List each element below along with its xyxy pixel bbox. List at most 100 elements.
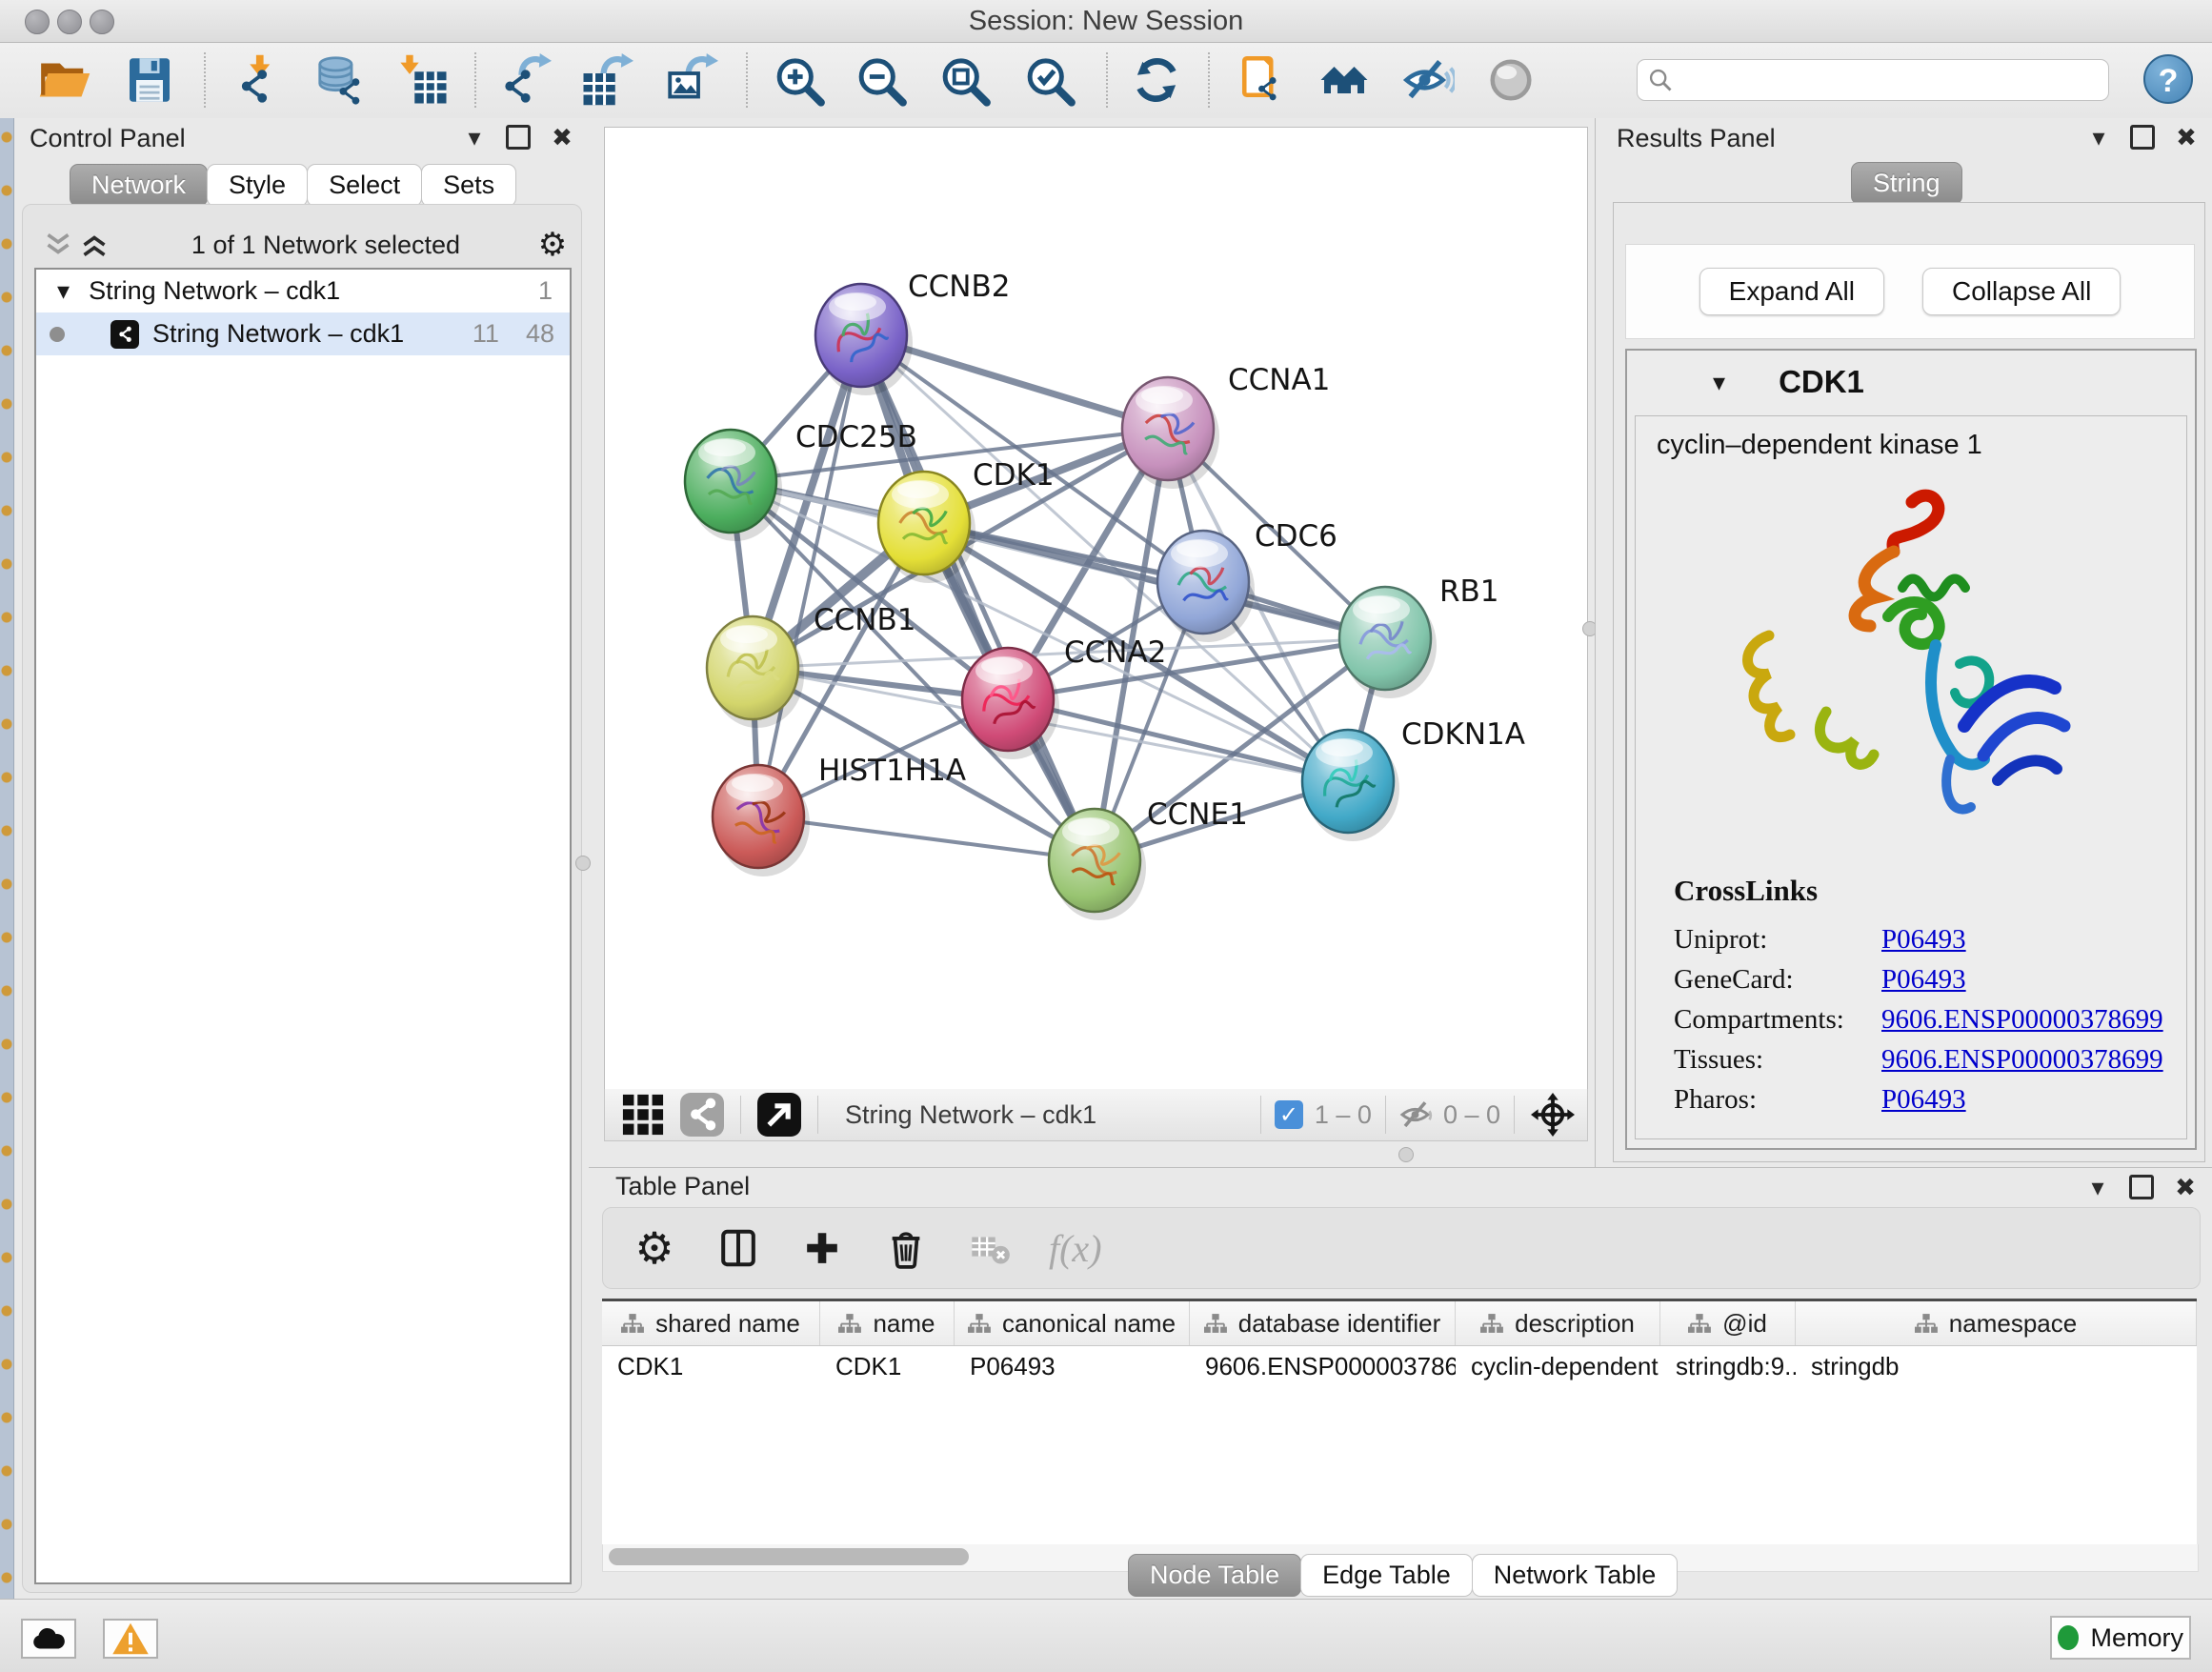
node-CCNE1[interactable]: CCNE1 [1049, 797, 1248, 920]
expand-all-button[interactable]: Expand All [1699, 268, 1884, 315]
node-label-CDK1: CDK1 [973, 458, 1055, 493]
search-input[interactable] [1674, 65, 2108, 96]
node-CCNB2[interactable]: CCNB2 [815, 270, 1010, 395]
tab-network[interactable]: Network [70, 164, 208, 207]
network-edge-count: 48 [526, 319, 554, 349]
node-RB1[interactable]: RB1 [1339, 574, 1499, 698]
crosslink-link[interactable]: P06493 [1881, 1084, 2186, 1116]
table-cell: stringdb [1796, 1346, 2197, 1386]
node-CDC6[interactable]: CDC6 [1157, 519, 1337, 642]
panel-float-icon[interactable]: ▾ [2085, 124, 2112, 151]
export-table-icon[interactable] [580, 53, 633, 107]
refresh-view-icon[interactable] [1130, 53, 1183, 107]
export-image-icon[interactable] [665, 53, 718, 107]
expand-all-networks-icon[interactable] [76, 232, 112, 258]
table-options-gear-icon[interactable]: ⚙ [630, 1223, 679, 1273]
import-table-file-icon[interactable] [396, 53, 450, 107]
column-header-namespace[interactable]: namespace [1796, 1301, 2197, 1345]
splitter-grip[interactable] [1398, 1147, 1414, 1162]
column-type-icon [1480, 1312, 1503, 1335]
tab-network-table[interactable]: Network Table [1472, 1554, 1679, 1597]
protein-name: CDK1 [1779, 364, 1864, 400]
column-header-canonical-name[interactable]: canonical name [955, 1301, 1190, 1345]
tab-style[interactable]: Style [207, 164, 308, 207]
minimize-window-button[interactable] [57, 10, 82, 34]
table-row[interactable]: CDK1CDK1P064939606.ENSP00000378699cyclin… [602, 1346, 2197, 1386]
help-icon[interactable]: ? [2143, 54, 2193, 104]
import-network-file-icon[interactable] [231, 53, 285, 107]
zoom-selected-icon[interactable] [1024, 53, 1077, 107]
memory-button[interactable]: Memory [2050, 1616, 2191, 1660]
zoom-window-button[interactable] [90, 10, 114, 34]
zoom-in-icon[interactable] [774, 53, 827, 107]
return-home-icon[interactable] [1317, 53, 1371, 107]
zoom-out-icon[interactable] [855, 53, 909, 107]
open-session-icon[interactable] [38, 53, 91, 107]
column-header-name[interactable]: name [820, 1301, 955, 1345]
column-header-description[interactable]: description [1456, 1301, 1660, 1345]
birds-eye-toggle-icon[interactable] [1484, 53, 1538, 107]
delete-column-trash-icon[interactable] [881, 1223, 931, 1273]
import-network-database-icon[interactable] [312, 53, 365, 107]
search-field[interactable] [1637, 59, 2109, 101]
tab-sets[interactable]: Sets [421, 164, 516, 207]
node-CDKN1A[interactable]: CDKN1A [1302, 717, 1525, 841]
panel-float-icon[interactable]: ▾ [461, 124, 488, 151]
birdseye-view-icon[interactable] [754, 1090, 804, 1139]
network-collection-row[interactable]: ▾ String Network – cdk1 1 [36, 270, 570, 312]
search-icon [1647, 67, 1674, 93]
open-in-browser-icon[interactable] [1233, 53, 1286, 107]
background-strip [0, 118, 14, 1599]
node-CDK1[interactable]: CDK1 [878, 458, 1055, 583]
panel-undock-icon[interactable] [2129, 124, 2156, 151]
crosslink-link[interactable]: 9606.ENSP00000378699 [1881, 1004, 2186, 1036]
table-cell: P06493 [955, 1346, 1190, 1386]
tab-select[interactable]: Select [307, 164, 422, 207]
show-columns-icon[interactable] [714, 1223, 763, 1273]
control-panel: Control Panel ▾ ✖ NetworkStyleSelectSets… [14, 118, 590, 1599]
column-type-icon [838, 1312, 861, 1335]
node-HIST1H1A[interactable]: HIST1H1A [713, 754, 966, 876]
crosslink-link[interactable]: 9606.ENSP00000378699 [1881, 1044, 2186, 1076]
collapse-all-button[interactable]: Collapse All [1922, 268, 2121, 315]
cloud-status-icon[interactable] [21, 1619, 76, 1659]
crosslink-link[interactable]: P06493 [1881, 924, 2186, 956]
network-options-gear-icon[interactable]: ⚙ [539, 232, 566, 258]
export-network-icon[interactable] [498, 53, 552, 107]
save-session-icon[interactable] [123, 53, 176, 107]
zoom-fit-icon[interactable] [939, 53, 993, 107]
column-header-database-identifier[interactable]: database identifier [1190, 1301, 1456, 1345]
panel-close-icon[interactable]: ✖ [549, 124, 575, 151]
toolbar-separator [1260, 1096, 1261, 1134]
crosslink-link[interactable]: P06493 [1881, 964, 2186, 996]
splitter-grip[interactable] [575, 856, 591, 871]
collection-expand-icon[interactable]: ▾ [57, 276, 70, 306]
column-header-@id[interactable]: @id [1660, 1301, 1796, 1345]
collapse-all-networks-icon[interactable] [40, 232, 76, 258]
network-share-view-icon[interactable] [677, 1090, 727, 1139]
node-CCNA1[interactable]: CCNA1 [1122, 363, 1330, 489]
tab-edge-table[interactable]: Edge Table [1300, 1554, 1473, 1597]
column-header-shared-name[interactable]: shared name [602, 1301, 820, 1345]
panel-undock-icon[interactable] [2128, 1174, 2155, 1200]
show-hide-graphics-details-icon[interactable] [1401, 53, 1455, 107]
panel-close-icon[interactable]: ✖ [2173, 124, 2200, 151]
tab-node-table[interactable]: Node Table [1128, 1554, 1301, 1597]
panel-float-icon[interactable]: ▾ [2084, 1174, 2111, 1200]
edge-CCNB2-HIST1H1A[interactable] [758, 335, 861, 816]
add-column-icon[interactable] [797, 1223, 847, 1273]
warning-icon[interactable] [103, 1619, 158, 1659]
scrollbar-thumb[interactable] [609, 1548, 969, 1565]
status-bar: Memory [0, 1599, 2212, 1672]
grid-view-icon[interactable] [618, 1090, 668, 1139]
tab-string[interactable]: String [1851, 162, 1962, 205]
section-collapse-icon[interactable]: ▾ [1713, 368, 1725, 397]
panel-undock-icon[interactable] [505, 124, 532, 151]
network-row[interactable]: String Network – cdk1 11 48 [36, 312, 570, 355]
network-canvas[interactable]: CCNB2CCNA1CDC25BCDK1CDC6RB1CCNB1CCNA2CDK… [604, 127, 1588, 1091]
fit-selected-crosshair-icon[interactable] [1528, 1090, 1578, 1139]
panel-close-icon[interactable]: ✖ [2172, 1174, 2199, 1200]
close-window-button[interactable] [25, 10, 50, 34]
selected-count-checkbox[interactable]: ✓ [1275, 1100, 1303, 1129]
crosslinks-list: Uniprot:P06493GeneCard:P06493Compartment… [1636, 916, 2186, 1116]
